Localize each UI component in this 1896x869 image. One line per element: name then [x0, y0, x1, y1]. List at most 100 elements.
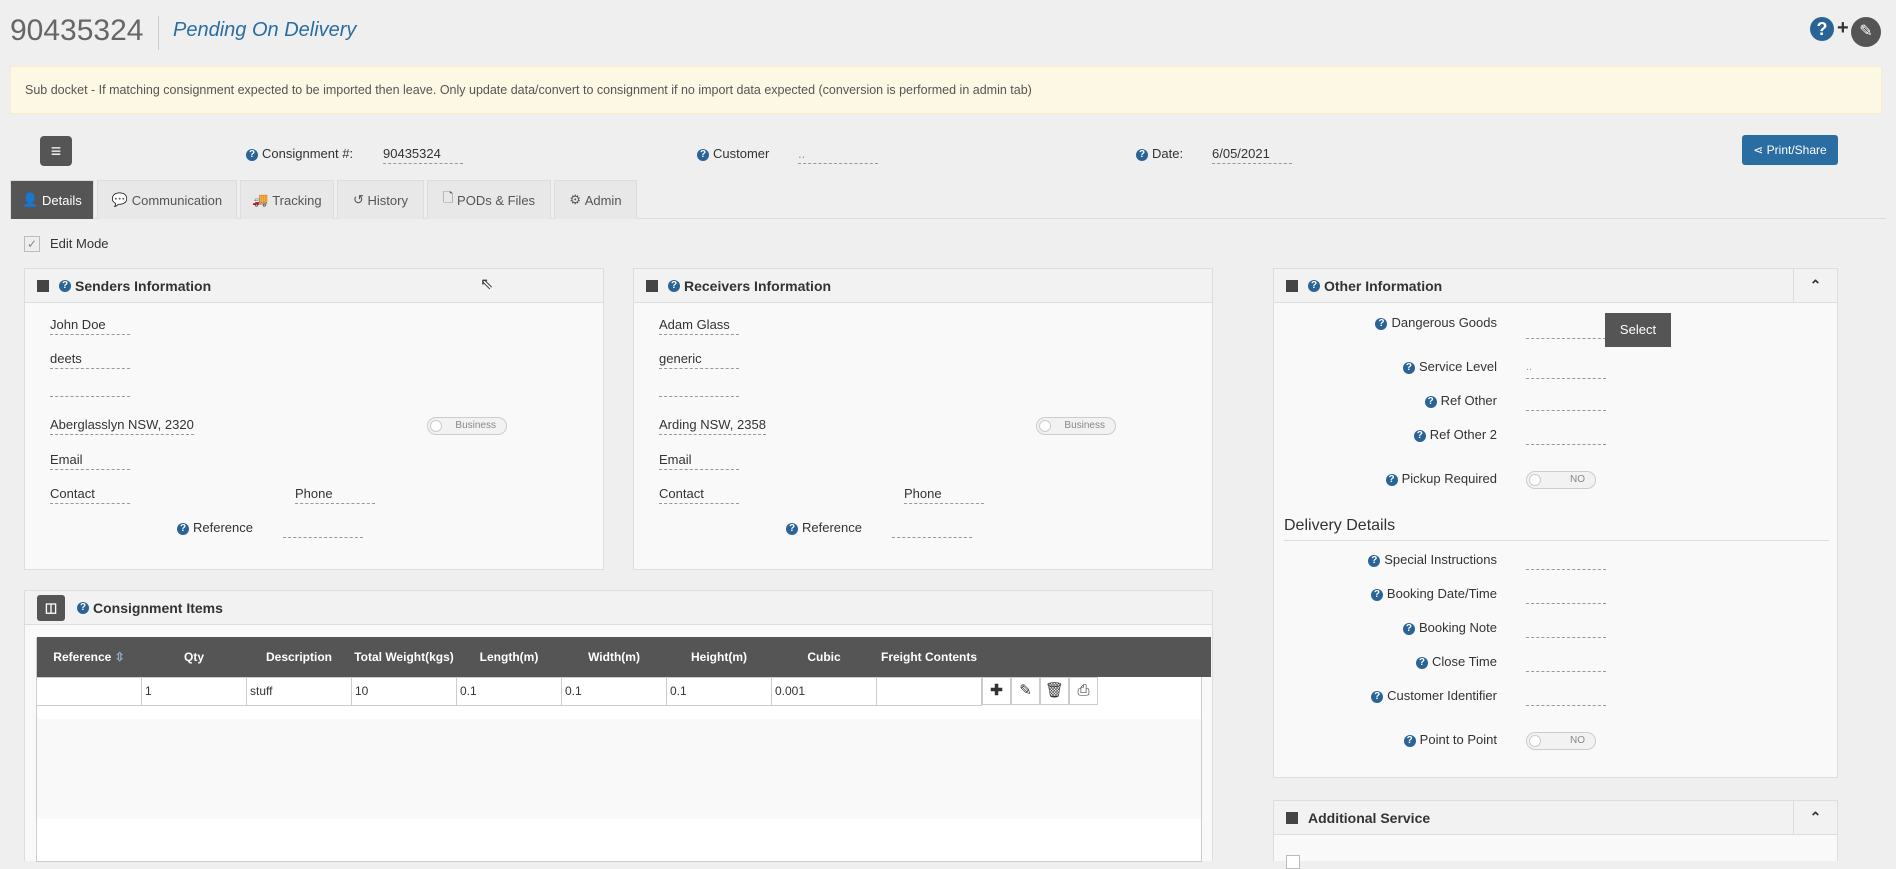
- toggle-label: Business: [455, 420, 496, 431]
- checkbox-icon[interactable]: [646, 279, 658, 292]
- col-reference[interactable]: Reference ⇳: [36, 637, 142, 677]
- additional-service-header: Additional Service ⌃: [1274, 801, 1837, 835]
- other-info-header: ? Other Information ⌃: [1274, 269, 1837, 303]
- service-level-input[interactable]: ..: [1526, 361, 1606, 379]
- sender-line2[interactable]: deets: [50, 351, 130, 369]
- cell-width[interactable]: 0.1: [561, 676, 667, 706]
- help-icon: ?: [177, 522, 189, 535]
- tab-label: Communication: [131, 192, 223, 208]
- cell-description[interactable]: stuff: [246, 676, 352, 706]
- consignment-value[interactable]: 90435324: [383, 146, 463, 164]
- receiver-business-toggle[interactable]: Business: [1036, 417, 1116, 435]
- col-height: Height(m): [666, 637, 772, 677]
- help-icon: ?: [786, 522, 798, 535]
- cell-cubic[interactable]: 0.001: [771, 676, 877, 706]
- senders-panel: ? Senders Information John Doe deets Abe…: [24, 268, 604, 570]
- col-actions: [981, 637, 1211, 677]
- help-icon[interactable]: ?: [1810, 17, 1834, 41]
- date-value[interactable]: 6/05/2021: [1212, 146, 1292, 164]
- receivers-panel: ? Receivers Information Adam Glass gener…: [633, 268, 1213, 570]
- tab-pods-files[interactable]: 🗋 PODs & Files: [427, 180, 551, 219]
- receiver-name[interactable]: Adam Glass: [659, 317, 739, 335]
- sender-email[interactable]: Email: [50, 452, 130, 470]
- help-icon: ?: [668, 279, 680, 292]
- close-time-input[interactable]: [1526, 654, 1606, 672]
- customer-identifier-label-wrap: ? Customer Identifier: [1371, 688, 1497, 703]
- tab-admin[interactable]: ⚙ Admin: [554, 180, 637, 219]
- receiver-contact[interactable]: Contact: [659, 486, 739, 504]
- cell-freight-contents[interactable]: [876, 676, 982, 706]
- checkbox-icon[interactable]: [37, 279, 49, 292]
- columns-toggle-icon[interactable]: ◫: [37, 594, 65, 621]
- col-description: Description: [246, 637, 352, 677]
- add-row-icon[interactable]: ✚: [982, 677, 1011, 705]
- tab-label: PODs & Files: [457, 192, 536, 208]
- ref-other-input[interactable]: [1526, 393, 1606, 411]
- booking-datetime-input[interactable]: [1526, 586, 1606, 604]
- delivery-divider: [1284, 540, 1829, 541]
- plus-icon[interactable]: +: [1837, 17, 1849, 40]
- checkbox-icon[interactable]: [1286, 811, 1298, 824]
- sender-business-toggle[interactable]: Business: [427, 417, 507, 435]
- tab-details[interactable]: 👤 Details: [10, 180, 94, 219]
- customer-value[interactable]: ..: [798, 146, 878, 164]
- sender-contact[interactable]: Contact: [50, 486, 130, 504]
- senders-title: Senders Information: [75, 277, 212, 294]
- tag-icon[interactable]: ✎: [1851, 17, 1881, 47]
- special-instructions-input[interactable]: [1526, 552, 1606, 570]
- gear-icon: ⚙: [569, 192, 582, 207]
- print-share-button[interactable]: ⋖ Print/Share: [1742, 135, 1838, 165]
- cell-height[interactable]: 0.1: [666, 676, 772, 706]
- cell-total-weight[interactable]: 10: [351, 676, 457, 706]
- tab-communication[interactable]: 💬 Communication: [97, 180, 237, 219]
- tab-tracking[interactable]: 🚚 Tracking: [240, 180, 334, 219]
- collapse-chevron-icon[interactable]: ⌃: [1793, 269, 1837, 302]
- ref-other2-input[interactable]: [1526, 427, 1606, 445]
- sort-icon: ⇳: [114, 649, 125, 664]
- receiver-phone[interactable]: Phone: [904, 486, 984, 504]
- sender-name[interactable]: John Doe: [50, 317, 130, 335]
- date-label-wrap: ? Date:: [1136, 146, 1183, 161]
- receiver-reference-input[interactable]: [892, 522, 972, 538]
- notice-banner: Sub docket - If matching consignment exp…: [10, 66, 1882, 114]
- sender-line3[interactable]: [50, 379, 130, 397]
- cell-qty[interactable]: 1: [141, 676, 247, 706]
- sender-phone[interactable]: Phone: [295, 486, 375, 504]
- consignment-label: Consignment #:: [262, 146, 354, 161]
- pickup-required-toggle[interactable]: NO: [1526, 471, 1596, 489]
- receiver-suburb[interactable]: Arding NSW, 2358: [659, 417, 766, 435]
- cell-reference[interactable]: [36, 676, 142, 706]
- booking-note-input[interactable]: [1526, 620, 1606, 638]
- cell-length[interactable]: 0.1: [456, 676, 562, 706]
- point-to-point-toggle[interactable]: NO: [1526, 732, 1596, 750]
- select-button[interactable]: Select: [1605, 313, 1671, 347]
- help-icon: ?: [59, 279, 71, 292]
- additional-service-checkbox[interactable]: [1286, 855, 1300, 869]
- print-row-icon[interactable]: ⎙: [1069, 677, 1098, 705]
- toggle-knob: [1529, 474, 1541, 486]
- help-icon: ?: [1413, 429, 1426, 442]
- pickup-required-label: Pickup Required: [1401, 471, 1497, 486]
- sender-suburb[interactable]: Aberglasslyn NSW, 2320: [50, 417, 194, 435]
- ref-other-label: Ref Other: [1440, 393, 1497, 408]
- tab-label: Tracking: [272, 192, 322, 208]
- ref-other-label-wrap: ? Ref Other: [1424, 393, 1497, 408]
- sender-reference-input[interactable]: [283, 522, 363, 538]
- customer-identifier-input[interactable]: [1526, 688, 1606, 706]
- delete-row-icon[interactable]: 🗑: [1040, 677, 1069, 705]
- col-total-weight: Total Weight(kgs): [351, 637, 457, 677]
- dangerous-goods-input[interactable]: [1526, 321, 1606, 339]
- receiver-line2[interactable]: generic: [659, 351, 739, 369]
- edit-row-icon[interactable]: ✎: [1011, 677, 1040, 705]
- menu-button[interactable]: ≡: [40, 136, 72, 166]
- receiver-line3[interactable]: [659, 379, 739, 397]
- col-label: Reference: [53, 649, 112, 664]
- edit-mode-checkbox[interactable]: ✓: [24, 236, 40, 252]
- items-header-row: Reference ⇳ Qty Description Total Weight…: [36, 637, 1211, 677]
- collapse-chevron-icon[interactable]: ⌃: [1793, 801, 1837, 834]
- checkbox-icon[interactable]: [1286, 279, 1298, 292]
- tab-history[interactable]: ↺ History: [337, 180, 424, 219]
- sender-reference-label-wrap: ? Reference: [177, 520, 253, 535]
- help-icon: ?: [1370, 588, 1383, 601]
- receiver-email[interactable]: Email: [659, 452, 739, 470]
